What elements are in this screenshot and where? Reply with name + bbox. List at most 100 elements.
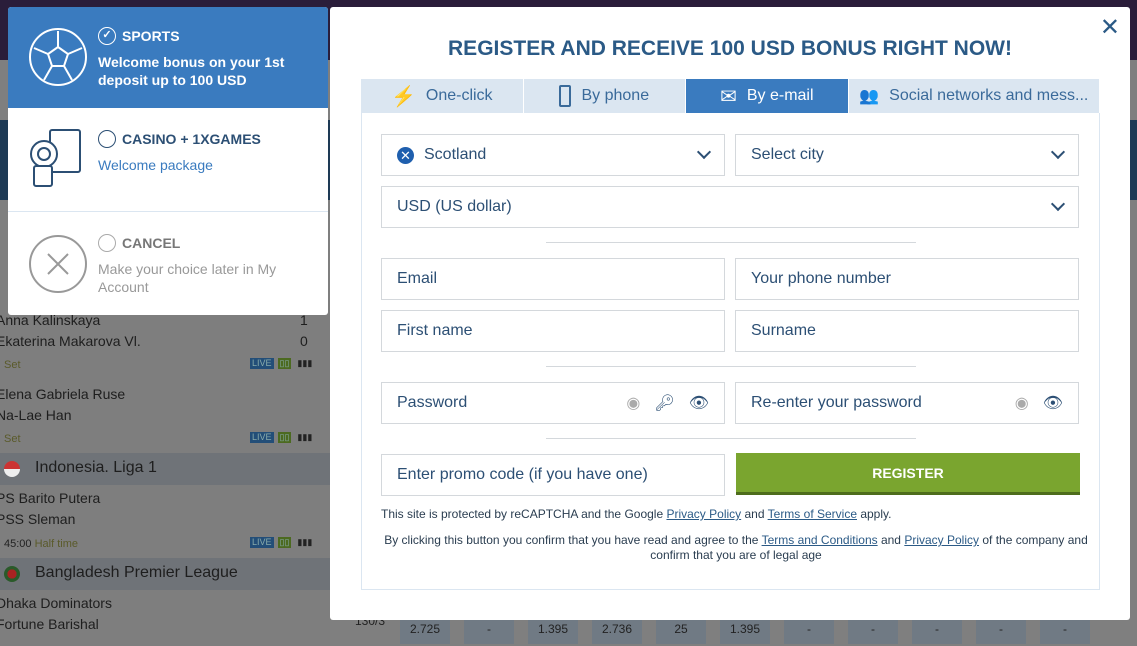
register-button[interactable]: REGISTER <box>736 453 1080 495</box>
odd-cell[interactable]: - <box>976 618 1026 644</box>
option-description: Welcome package <box>98 157 213 173</box>
team-name: Ekaterina Makarova Vl. <box>0 333 141 349</box>
bonus-option-cancel[interactable]: CANCEL Make your choice later in My Acco… <box>8 212 328 315</box>
registration-tabs: ⚡ One-click By phone ✉ By e-mail 👥 Social n… <box>361 79 1100 113</box>
bonus-option-sports[interactable]: ✓ SPORTS Welcome bonus on your 1st deposi… <box>8 7 328 108</box>
tab-by-phone[interactable]: By phone <box>524 79 687 113</box>
live-icon: LIVE <box>250 537 274 548</box>
odd-cell[interactable]: - <box>1040 618 1090 644</box>
terms-of-service-link[interactable]: Terms of Service <box>768 507 857 521</box>
odd-cell[interactable]: 2.736 <box>592 618 642 644</box>
surname-field[interactable]: Surname <box>735 310 1079 352</box>
stats-icon: ▮▮▮ <box>297 537 313 547</box>
match-icons: LIVE ▯▯ ▮▮▮ <box>250 432 314 443</box>
field-icon: ▯▯ <box>277 358 292 369</box>
odd-cell[interactable]: 1.395 <box>528 618 578 644</box>
placeholder: Your phone number <box>751 270 891 287</box>
odd-cell[interactable]: - <box>912 618 962 644</box>
odd-cell[interactable]: 25 <box>656 618 706 644</box>
phone-icon <box>559 85 572 107</box>
placeholder: Enter promo code (if you have one) <box>397 466 648 483</box>
eye-slash-icon[interactable]: 👁︎ <box>1043 393 1063 413</box>
tab-label: By e-mail <box>746 87 814 104</box>
stats-icon: ▮▮▮ <box>297 432 313 442</box>
lightning-icon: ⚡ <box>390 85 416 108</box>
league-header[interactable]: Indonesia. Liga 1 <box>0 453 330 485</box>
option-title: CANCEL <box>122 235 181 251</box>
live-icon: LIVE <box>250 432 274 443</box>
chevron-down-icon <box>696 144 712 160</box>
divider <box>546 366 916 367</box>
recaptcha-notice: This site is protected by reCAPTCHA and … <box>381 507 892 521</box>
radio-checked-icon[interactable]: ✓ <box>98 27 116 45</box>
live-icon: LIVE <box>250 358 274 369</box>
privacy-policy-link[interactable]: Privacy Policy <box>666 507 741 521</box>
reenter-password-field[interactable]: Re-enter your password ◉ 👁︎ <box>735 382 1079 424</box>
phone-field[interactable]: Your phone number <box>735 258 1079 300</box>
radio-unchecked-icon[interactable] <box>98 234 116 252</box>
registration-form: ✕ Scotland Select city USD (US dollar) Em… <box>361 113 1100 590</box>
eye-slash-icon[interactable]: 👁︎ <box>689 393 709 413</box>
field-icon: ▯▯ <box>277 432 292 443</box>
option-description: Make your choice later in My Account <box>98 261 277 295</box>
currency-value: USD (US dollar) <box>397 198 512 215</box>
match-status: Set <box>4 359 21 371</box>
match-time: 45:00 Half time <box>4 538 78 550</box>
chevron-down-icon <box>1050 144 1066 160</box>
privacy-policy-link[interactable]: Privacy Policy <box>904 533 979 547</box>
currency-select[interactable]: USD (US dollar) <box>381 186 1079 228</box>
bonus-choice-popup: ✓ SPORTS Welcome bonus on your 1st deposi… <box>8 7 328 315</box>
team-name: Dhaka Dominators <box>0 595 112 611</box>
radio-unchecked-icon[interactable] <box>98 130 116 148</box>
password-field[interactable]: Password ◉ 🔑︎ 👁︎ <box>381 382 725 424</box>
placeholder: Surname <box>751 322 816 339</box>
terms-and-conditions-link[interactable]: Terms and Conditions <box>762 533 878 547</box>
password-strength-icon: ◉ <box>1014 395 1029 412</box>
envelope-icon: ✉ <box>720 85 737 108</box>
email-field[interactable]: Email <box>381 258 725 300</box>
placeholder: First name <box>397 322 473 339</box>
registration-modal: ✕ REGISTER AND RECEIVE 100 USD BONUS RIG… <box>330 7 1130 620</box>
team-name: Elena Gabriela Ruse <box>0 386 126 402</box>
team-name: Fortune Barishal <box>0 616 99 632</box>
tab-label: One-click <box>425 87 493 104</box>
odd-cell[interactable]: - <box>464 618 514 644</box>
country-value: Scotland <box>424 146 487 163</box>
odd-cell[interactable]: - <box>848 618 898 644</box>
password-strength-icon: ◉ <box>626 395 641 412</box>
team-name: PS Barito Putera <box>0 490 101 506</box>
match-status: Set <box>4 433 21 445</box>
first-name-field[interactable]: First name <box>381 310 725 352</box>
tab-one-click[interactable]: ⚡ One-click <box>361 79 524 113</box>
country-select[interactable]: ✕ Scotland <box>381 134 725 176</box>
soccer-ball-icon <box>29 28 87 86</box>
modal-title: REGISTER AND RECEIVE 100 USD BONUS RIGHT… <box>448 37 1012 60</box>
divider <box>546 438 916 439</box>
tab-social-networks[interactable]: 👥 Social networks and mess... <box>849 79 1100 113</box>
key-icon[interactable]: 🔑︎ <box>654 393 674 413</box>
odd-cell[interactable]: - <box>784 618 834 644</box>
city-select[interactable]: Select city <box>735 134 1079 176</box>
chevron-down-icon <box>1050 196 1066 212</box>
stats-icon: ▮▮▮ <box>297 358 313 368</box>
city-placeholder: Select city <box>751 146 824 163</box>
odd-cell[interactable]: 1.395 <box>720 618 770 644</box>
option-title: CASINO + 1XGAMES <box>122 131 261 147</box>
team-name: PSS Sleman <box>0 511 76 527</box>
league-header[interactable]: Bangladesh Premier League <box>0 558 330 590</box>
background-match-list: Anna Kalinskaya Ekaterina Makarova Vl. 1… <box>0 300 330 646</box>
bonus-option-casino[interactable]: CASINO + 1XGAMES Welcome package <box>8 108 328 212</box>
promo-code-field[interactable]: Enter promo code (if you have one) <box>381 454 725 496</box>
field-icon: ▯▯ <box>277 537 292 548</box>
tab-by-email[interactable]: ✉ By e-mail <box>686 79 849 113</box>
users-icon: 👥 <box>859 88 880 105</box>
tab-label: By phone <box>581 87 650 104</box>
option-description: Welcome bonus on your 1st deposit up to … <box>98 54 285 88</box>
casino-chips-cards-icon <box>30 129 81 187</box>
placeholder: Password <box>397 394 468 411</box>
odd-cell[interactable]: 2.725 <box>400 618 450 644</box>
option-title: SPORTS <box>122 28 180 44</box>
team-name: Na-Lae Han <box>0 407 72 423</box>
placeholder: Re-enter your password <box>751 394 922 411</box>
divider <box>546 242 916 243</box>
